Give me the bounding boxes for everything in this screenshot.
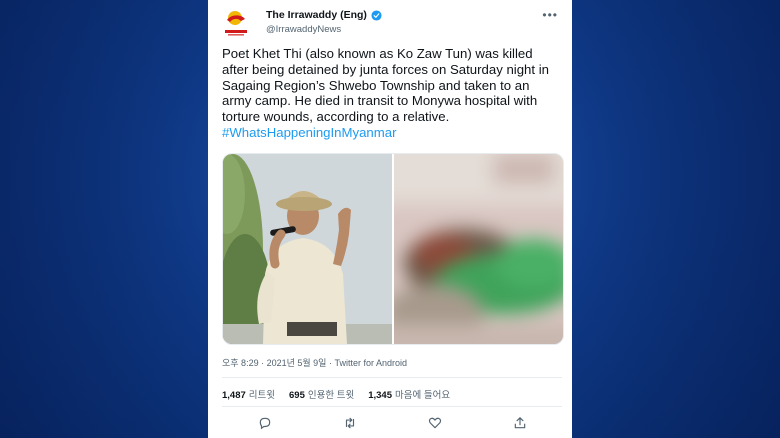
retweet-icon[interactable] xyxy=(343,416,357,430)
tweet-card: The Irrawaddy (Eng) @IrrawaddyNews ••• P… xyxy=(208,0,572,438)
heart-icon[interactable] xyxy=(428,416,442,430)
tweet-body: Poet Khet Thi (also known as Ko Zaw Tun)… xyxy=(222,46,549,125)
divider-bottom xyxy=(222,406,562,407)
tweet-media xyxy=(222,153,564,345)
account-name[interactable]: The Irrawaddy (Eng) xyxy=(266,9,382,21)
avatar[interactable] xyxy=(222,6,252,40)
quote-label: 인용한 트윗 xyxy=(307,390,355,401)
reply-icon[interactable] xyxy=(258,416,272,430)
tweet-stats: 1,487 리트윗 695 인용한 트윗 1,345 마음에 들어요 xyxy=(222,387,450,401)
account-name-text: The Irrawaddy (Eng) xyxy=(266,9,367,21)
divider-top xyxy=(222,377,562,378)
hashtag-link[interactable]: #WhatsHappeningInMyanmar xyxy=(222,125,562,141)
tweet-header: The Irrawaddy (Eng) @IrrawaddyNews ••• xyxy=(222,6,560,46)
blurred-photo-illustration xyxy=(394,154,563,344)
retweet-count: 1,487 xyxy=(222,390,246,401)
tweet-text: Poet Khet Thi (also known as Ko Zaw Tun)… xyxy=(222,46,562,141)
quote-stat[interactable]: 695 인용한 트윗 xyxy=(289,387,354,401)
tweet-timestamp[interactable]: 오후 8:29 · 2021년 5월 9일 · Twitter for Andr… xyxy=(222,356,407,369)
like-stat[interactable]: 1,345 마음에 들어요 xyxy=(368,387,450,401)
photo-poet[interactable] xyxy=(223,154,392,344)
more-horizontal-icon[interactable]: ••• xyxy=(542,8,558,22)
action-bar xyxy=(222,414,562,432)
poet-photo-illustration xyxy=(223,154,392,344)
retweet-label: 리트윗 xyxy=(248,390,276,401)
verified-badge-icon xyxy=(371,9,382,21)
photo-blurred[interactable] xyxy=(394,154,563,344)
share-icon[interactable] xyxy=(513,416,527,430)
like-count: 1,345 xyxy=(368,390,392,401)
blurred-content xyxy=(394,154,563,344)
retweet-stat[interactable]: 1,487 리트윗 xyxy=(222,387,275,401)
account-handle[interactable]: @IrrawaddyNews xyxy=(266,24,341,35)
quote-count: 695 xyxy=(289,390,305,401)
irrawaddy-logo xyxy=(225,11,247,36)
like-label: 마음에 들어요 xyxy=(395,390,451,401)
